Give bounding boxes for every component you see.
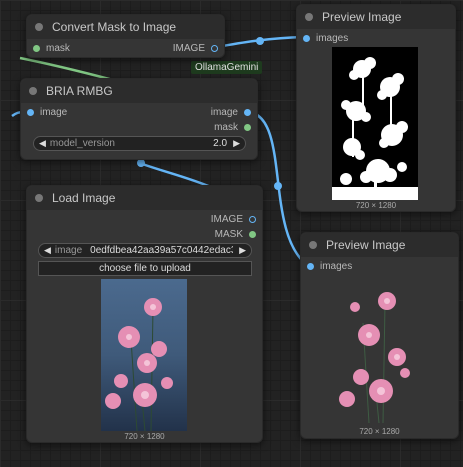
slot-label: images <box>316 33 349 44</box>
image-select-widget[interactable]: ◀ image 0edfdbea42aa39a57c0442edac3... ▶ <box>38 243 252 258</box>
slot-label: mask <box>46 43 70 54</box>
model-version-widget[interactable]: ◀ model_version 2.0 ▶ <box>33 136 246 151</box>
mask-socket-icon[interactable] <box>249 231 256 238</box>
slot-label: MASK <box>214 229 243 240</box>
cutout-preview-image[interactable] <box>335 273 421 425</box>
mask-socket-icon[interactable] <box>244 124 251 131</box>
output-slot-image[interactable]: IMAGE <box>211 214 256 225</box>
image-socket-icon[interactable] <box>303 35 310 42</box>
node-title-bar[interactable]: BRIA RMBG <box>21 79 257 103</box>
node-bria-rmbg[interactable]: BRIA RMBG image image mask ◀ model_versi… <box>20 78 258 160</box>
slot-label: image <box>210 107 238 118</box>
source-flower-image[interactable] <box>101 279 187 431</box>
left-arrow-icon[interactable]: ◀ <box>44 245 51 256</box>
node-preview-image-bottom[interactable]: Preview Image images 720 × 1280 <box>300 232 459 439</box>
widget-value: 0edfdbea42aa39a57c0442edac3... <box>90 245 234 256</box>
link-label-ollamagemini[interactable]: OllamaGemini <box>191 61 263 74</box>
widget-label: image <box>54 245 83 256</box>
status-dot-icon[interactable] <box>29 87 37 95</box>
mask-preview-image[interactable] <box>332 47 418 200</box>
slot-label: IMAGE <box>210 214 243 225</box>
node-title-bar[interactable]: Preview Image <box>297 5 455 29</box>
input-slot-image[interactable]: image <box>27 107 67 118</box>
node-title: Preview Image <box>326 238 406 252</box>
image-socket-icon[interactable] <box>27 109 34 116</box>
status-dot-icon[interactable] <box>305 13 313 21</box>
slot-label: mask <box>214 122 238 133</box>
link-mask-to-convert <box>19 56 114 82</box>
status-dot-icon[interactable] <box>35 194 43 202</box>
image-socket-icon[interactable] <box>307 263 314 270</box>
output-slot-mask[interactable]: mask <box>214 122 251 133</box>
image-socket-icon[interactable] <box>244 109 251 116</box>
image-socket-icon[interactable] <box>249 216 256 223</box>
left-arrow-icon[interactable]: ◀ <box>39 138 46 149</box>
node-title: Convert Mask to Image <box>52 20 177 34</box>
mask-socket-icon[interactable] <box>33 45 40 52</box>
output-slot-image[interactable]: image <box>211 107 251 118</box>
image-socket-icon[interactable] <box>211 45 218 52</box>
widget-label: model_version <box>49 138 115 149</box>
slot-label: images <box>320 261 353 272</box>
node-title: Load Image <box>52 191 116 205</box>
status-dot-icon[interactable] <box>309 241 317 249</box>
node-load-image[interactable]: Load Image IMAGE MASK ◀ image 0edfdbea42… <box>26 185 263 443</box>
image-size-caption: 720 × 1280 <box>359 427 400 436</box>
slot-label: image <box>40 107 68 118</box>
node-title-bar[interactable]: Preview Image <box>301 233 458 257</box>
right-arrow-icon[interactable]: ▶ <box>233 138 240 149</box>
node-convert-mask-to-image[interactable]: Convert Mask to Image mask IMAGE <box>26 14 225 58</box>
node-title: BRIA RMBG <box>46 84 113 98</box>
output-slot-image[interactable]: IMAGE <box>173 43 218 54</box>
widget-value: 2.0 <box>213 138 228 149</box>
choose-file-button[interactable]: choose file to upload <box>38 261 252 276</box>
image-size-caption: 720 × 1280 <box>355 201 397 210</box>
input-slot-mask[interactable]: mask <box>33 43 70 54</box>
image-size-caption: 720 × 1280 <box>124 432 165 441</box>
status-dot-icon[interactable] <box>35 23 43 31</box>
output-slot-mask[interactable]: MASK <box>215 229 256 240</box>
node-title-bar[interactable]: Convert Mask to Image <box>27 15 224 39</box>
input-slot-images[interactable]: images <box>303 33 348 44</box>
right-arrow-icon[interactable]: ▶ <box>239 245 246 256</box>
slot-label: IMAGE <box>172 43 205 54</box>
node-title-bar[interactable]: Load Image <box>27 186 262 210</box>
node-title: Preview Image <box>322 10 402 24</box>
node-preview-image-top[interactable]: Preview Image images 720 × 1280 <box>296 4 456 212</box>
input-slot-images[interactable]: images <box>307 261 352 272</box>
